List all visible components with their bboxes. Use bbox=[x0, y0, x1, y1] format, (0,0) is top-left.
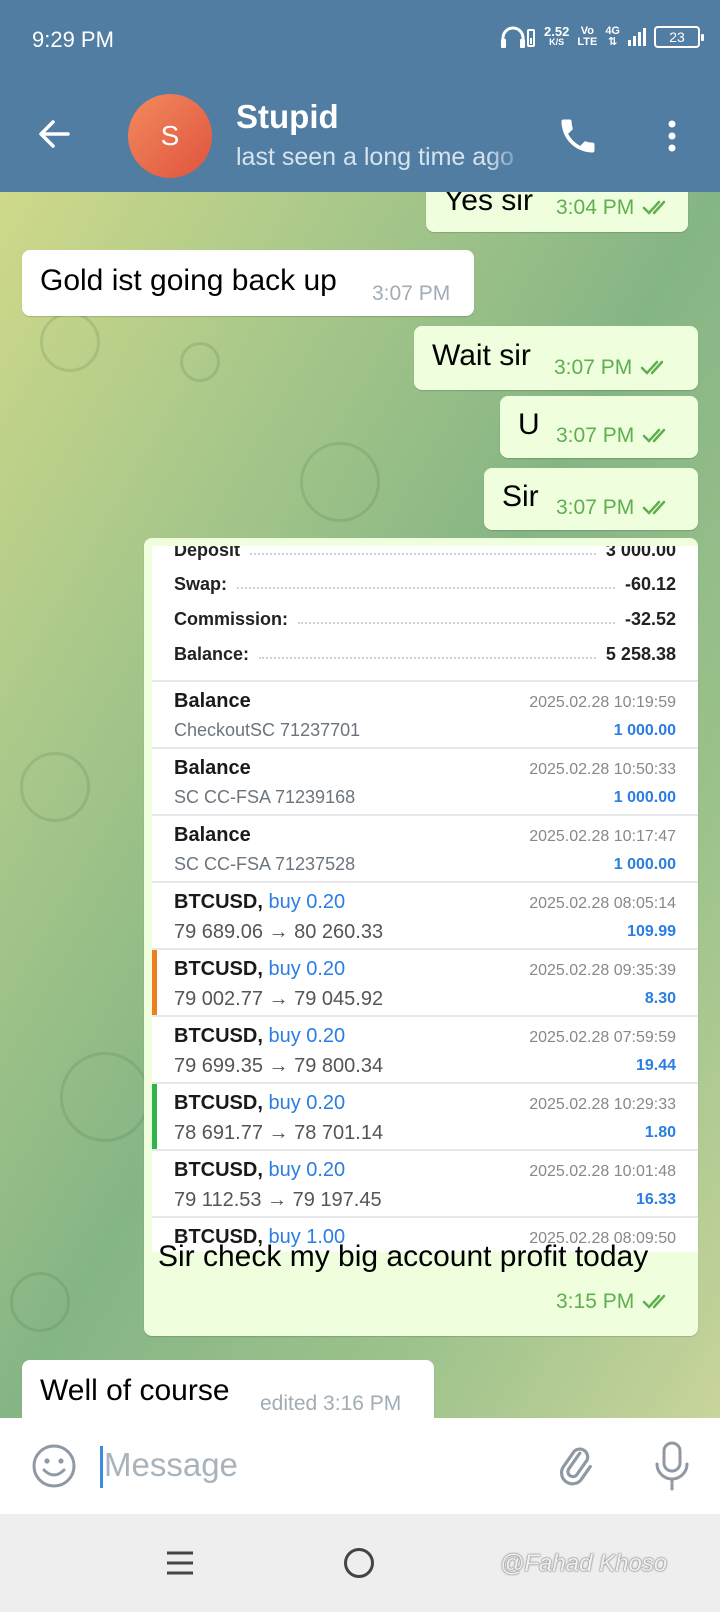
chat-header: S Stupid last seen a long time ago bbox=[0, 80, 720, 192]
message-input[interactable]: Message bbox=[104, 1446, 238, 1484]
avatar[interactable]: S bbox=[128, 94, 212, 178]
summary-row: Deposit 3 000.00 bbox=[174, 546, 676, 560]
message-time: 3:07 PM bbox=[556, 424, 635, 447]
deal-marker bbox=[152, 950, 157, 1015]
doodle-decoration bbox=[10, 1272, 70, 1332]
message-bubble[interactable]: Well of course edited 3:16 PM bbox=[22, 1360, 434, 1418]
doodle-decoration bbox=[40, 312, 100, 372]
chat-area[interactable]: Yes sir 3:04 PM Gold ist going back up 3… bbox=[0, 192, 720, 1418]
status-icons: 2.52 K/S Vo LTE 4G ⇅ 23 bbox=[500, 24, 704, 50]
doodle-decoration bbox=[20, 752, 90, 822]
signal-icon bbox=[628, 28, 646, 46]
double-check-icon bbox=[642, 500, 666, 515]
deal-row: BTCUSD, buy 0.20 79 699.35 → 79 800.34 2… bbox=[152, 1015, 698, 1082]
chat-title[interactable]: Stupid bbox=[236, 98, 339, 136]
emoji-icon[interactable] bbox=[30, 1442, 78, 1490]
deal-row: Balance CheckoutSC 71237701 2025.02.28 1… bbox=[152, 680, 698, 747]
message-text: Gold ist going back up bbox=[40, 264, 337, 297]
message-meta: 3:04 PM bbox=[556, 196, 674, 220]
doodle-decoration bbox=[60, 1052, 150, 1142]
headphones-icon bbox=[501, 26, 536, 48]
photo-message-bubble[interactable]: Deposit 3 000.00 Swap: -60.12 Commission: -… bbox=[144, 538, 698, 1336]
deal-marker bbox=[152, 1084, 157, 1149]
message-bubble[interactable]: Gold ist going back up 3:07 PM bbox=[22, 250, 474, 316]
home-button[interactable] bbox=[344, 1548, 374, 1578]
message-text: Wait sir bbox=[432, 339, 531, 372]
deal-row: BTCUSD, buy 0.20 79 689.06 → 80 260.33 2… bbox=[152, 881, 698, 948]
message-meta: 3:07 PM bbox=[556, 424, 674, 448]
message-meta: 3:07 PM bbox=[554, 356, 672, 380]
volte-indicator: Vo LTE bbox=[577, 25, 598, 48]
doodle-decoration bbox=[180, 342, 220, 382]
trade-history-screenshot[interactable]: Deposit 3 000.00 Swap: -60.12 Commission: -… bbox=[152, 546, 698, 1252]
message-text: Well of course bbox=[40, 1374, 230, 1407]
message-time: 3:04 PM bbox=[556, 196, 635, 219]
message-text: U bbox=[518, 408, 540, 441]
message-meta: 3:07 PM bbox=[556, 496, 674, 520]
paperclip-icon[interactable] bbox=[552, 1442, 600, 1490]
message-time: 3:07 PM bbox=[372, 282, 451, 305]
double-check-icon bbox=[642, 200, 666, 215]
message-text: Yes sir bbox=[444, 192, 533, 217]
double-check-icon bbox=[640, 360, 664, 375]
deal-row: BTCUSD, buy 0.20 79 112.53 → 79 197.45 2… bbox=[152, 1149, 698, 1216]
deal-row: BTCUSD, buy 0.20 78 691.77 → 78 701.14 2… bbox=[152, 1082, 698, 1149]
summary-row: Swap: -60.12 bbox=[174, 573, 676, 594]
summary-row: Commission: -32.52 bbox=[174, 608, 676, 629]
message-time: 3:15 PM bbox=[556, 1290, 635, 1313]
message-meta: 3:07 PM bbox=[372, 282, 450, 306]
watermark: @Fahad Khoso bbox=[500, 1550, 668, 1577]
recent-apps-icon[interactable] bbox=[164, 1548, 196, 1578]
message-input-bar: Message bbox=[0, 1418, 720, 1514]
message-time: edited 3:16 PM bbox=[260, 1392, 402, 1415]
system-nav-bar: @Fahad Khoso bbox=[0, 1514, 720, 1612]
microphone-icon[interactable] bbox=[650, 1440, 694, 1492]
message-meta: edited 3:16 PM bbox=[260, 1392, 401, 1416]
status-bar: 9:29 PM 2.52 K/S Vo LTE 4G ⇅ 23 bbox=[0, 0, 720, 80]
message-bubble[interactable]: Yes sir 3:04 PM bbox=[426, 192, 688, 232]
message-caption: Sir check my big account profit today bbox=[158, 1240, 649, 1273]
deal-row: Balance SC CC-FSA 71239168 2025.02.28 10… bbox=[152, 747, 698, 814]
message-text: Sir bbox=[502, 480, 539, 513]
text-cursor bbox=[100, 1446, 103, 1488]
message-time: 3:07 PM bbox=[554, 356, 633, 379]
double-check-icon bbox=[642, 1294, 666, 1309]
deal-row: Balance SC CC-FSA 71237528 2025.02.28 10… bbox=[152, 814, 698, 881]
back-arrow-icon[interactable] bbox=[34, 114, 74, 154]
deal-row: BTCUSD, buy 0.20 79 002.77 → 79 045.92 2… bbox=[152, 948, 698, 1015]
double-check-icon bbox=[642, 428, 666, 443]
message-bubble[interactable]: U 3:07 PM bbox=[500, 396, 698, 458]
battery-icon: 23 bbox=[654, 26, 704, 48]
network-type: 4G ⇅ bbox=[605, 25, 620, 48]
summary-row: Balance: 5 258.38 bbox=[174, 643, 676, 664]
message-bubble[interactable]: Wait sir 3:07 PM bbox=[414, 326, 698, 390]
message-bubble[interactable]: Sir 3:07 PM bbox=[484, 468, 698, 530]
last-seen-status: last seen a long time ago bbox=[236, 143, 514, 171]
message-meta: 3:15 PM bbox=[556, 1290, 674, 1314]
phone-icon[interactable] bbox=[556, 114, 600, 158]
status-time: 9:29 PM bbox=[32, 27, 114, 52]
more-vert-icon[interactable] bbox=[660, 114, 684, 158]
message-time: 3:07 PM bbox=[556, 496, 635, 519]
network-speed: 2.52 K/S bbox=[544, 24, 570, 47]
doodle-decoration bbox=[300, 442, 380, 522]
